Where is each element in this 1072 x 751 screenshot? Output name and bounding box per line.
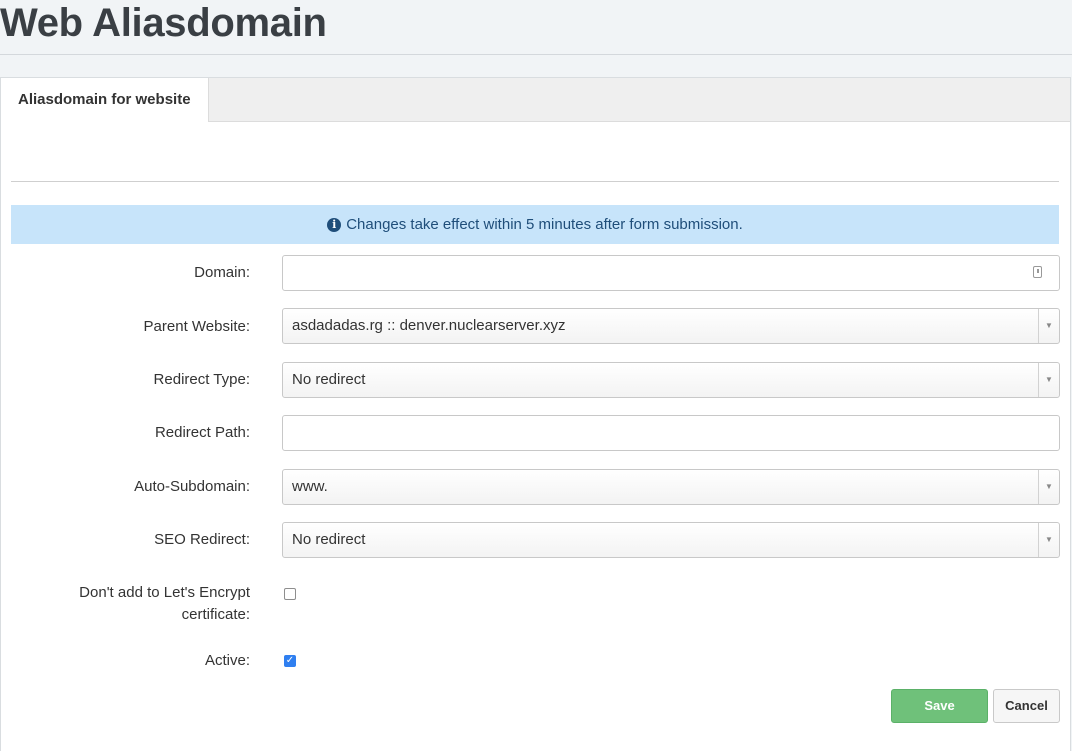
redirect-path-input[interactable] [282,415,1060,451]
caret-down-icon: ▼ [1038,363,1059,397]
parent-website-select[interactable]: asdadadas.rg :: denver.nuclearserver.xyz… [282,308,1060,344]
redirect-type-value: No redirect [292,371,366,388]
form-divider [11,181,1059,182]
page-title: Web Aliasdomain [0,1,327,45]
redirect-path-label: Redirect Path: [154,424,250,441]
info-circle-icon: i [327,218,342,232]
no-letsencrypt-label-line2: certificate: [181,606,250,623]
seo-redirect-label: SEO Redirect: [154,531,250,548]
domain-label: Domain: [194,264,250,281]
auto-subdomain-value: www. [292,478,328,495]
seo-redirect-value: No redirect [292,531,366,548]
caret-down-icon: ▼ [1038,470,1059,504]
no-letsencrypt-label-line1: Don't add to Let's Encrypt [79,584,250,601]
redirect-type-select[interactable]: No redirect ▼ [282,362,1060,398]
save-button[interactable]: Save [891,689,988,723]
no-letsencrypt-label: Don't add to Let's Encrypt certificate: [0,582,250,626]
no-letsencrypt-checkbox[interactable] [284,588,296,600]
active-label: Active: [204,652,250,669]
caret-down-icon: ▼ [1038,523,1059,557]
seo-redirect-select[interactable]: No redirect ▼ [282,522,1060,558]
active-checkbox[interactable]: ✓ [284,655,296,667]
tab-aliasdomain-for-website[interactable]: Aliasdomain for website [1,78,209,122]
info-message: Changes take effect within 5 minutes aft… [346,216,743,233]
redirect-type-label: Redirect Type: [153,371,250,388]
auto-subdomain-label: Auto-Subdomain: [134,478,250,495]
tab-bar: Aliasdomain for website [1,78,1070,122]
domain-input[interactable] [282,255,1060,291]
info-alert: i Changes take effect within 5 minutes af… [11,205,1059,244]
caret-down-icon: ▼ [1038,309,1059,343]
title-divider [0,54,1072,55]
auto-subdomain-select[interactable]: www. ▼ [282,469,1060,505]
cancel-button[interactable]: Cancel [993,689,1060,723]
parent-website-value: asdadadas.rg :: denver.nuclearserver.xyz [292,317,566,334]
contact-card-icon [1033,266,1042,278]
parent-website-label: Parent Website: [143,318,250,335]
